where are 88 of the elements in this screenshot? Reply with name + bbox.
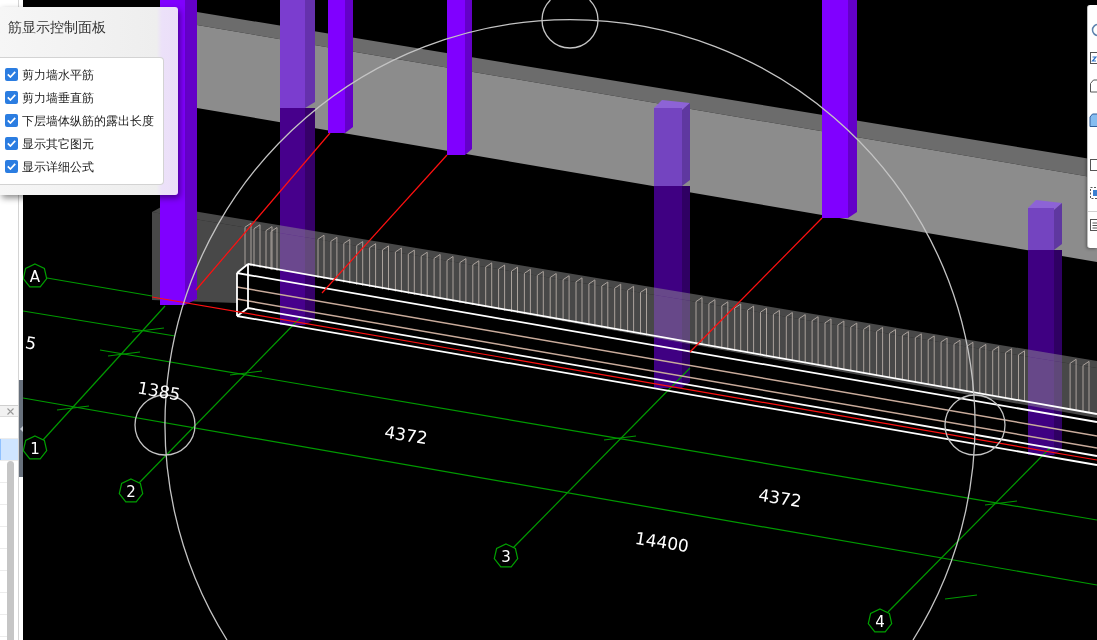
stirrup [979, 343, 987, 396]
stirrup [1018, 350, 1025, 402]
checkbox-label[interactable]: 剪力墙垂直筋 [22, 90, 94, 105]
stirrup [356, 241, 364, 287]
stirrup [1005, 348, 1013, 400]
stirrup [498, 264, 506, 311]
scrollbar-thumb[interactable] [7, 461, 14, 640]
stirrup [317, 234, 325, 280]
stirrup [562, 275, 570, 323]
checkmark-icon [7, 163, 16, 170]
orbit-handle[interactable] [541, 0, 599, 49]
axis-label: 4 [867, 608, 893, 633]
stirrup [1082, 360, 1090, 414]
folder-icon[interactable] [1089, 112, 1097, 128]
stirrup [747, 305, 755, 355]
splitter-handle[interactable] [19, 380, 23, 477]
stirrup [407, 249, 415, 296]
stirrup [601, 281, 609, 330]
dimension-text: 14400 [633, 527, 691, 557]
checkbox-label[interactable]: 显示其它图元 [22, 136, 94, 151]
axis-label: 2 [118, 478, 144, 503]
axis-label: 3 [493, 543, 519, 568]
stirrup [953, 339, 961, 391]
stirrup [708, 299, 716, 348]
checkbox[interactable] [5, 91, 18, 104]
stirrup [485, 262, 493, 309]
checkbox-label[interactable]: 显示详细公式 [22, 159, 94, 174]
stirrup [575, 277, 583, 325]
dimension-text: 5 [23, 332, 39, 354]
stirrup [420, 251, 428, 298]
checkbox[interactable] [5, 160, 18, 173]
stirrup [837, 320, 845, 371]
stirrup [523, 268, 531, 316]
stirrup [588, 279, 596, 327]
stirrup [549, 273, 557, 320]
list-icon[interactable] [1089, 217, 1097, 233]
checkbox[interactable] [5, 137, 18, 150]
stirrup [536, 270, 544, 318]
stirrup [914, 333, 922, 384]
stirrup [927, 335, 935, 387]
stirrup [343, 239, 351, 284]
stirrup [876, 326, 884, 378]
stirrup [472, 260, 480, 307]
stirrup [811, 316, 819, 366]
stirrup [992, 346, 1000, 398]
stirrup [695, 297, 703, 346]
stirrup [511, 266, 518, 314]
panel-title: 筋显示控制面板 [7, 19, 106, 35]
stirrup [824, 318, 832, 369]
stirrup [966, 341, 974, 393]
dimension-text: 1385 [135, 377, 183, 405]
stirrup [863, 324, 871, 375]
dimension-text: 4372 [757, 484, 803, 512]
axis-label: A [23, 263, 48, 288]
axis-label: 1 [23, 435, 48, 460]
close-icon[interactable] [7, 407, 14, 415]
stirrup [433, 253, 441, 300]
stirrup [627, 285, 635, 334]
stirrup [394, 247, 402, 293]
stirrup [850, 322, 858, 373]
checkmark-icon [7, 140, 16, 147]
checkbox-label[interactable]: 剪力墙水平筋 [22, 67, 94, 82]
checkbox-label[interactable]: 下层墙体纵筋的露出长度 [22, 113, 154, 128]
stirrup [734, 303, 742, 353]
document-icon[interactable] [1089, 78, 1097, 94]
checkbox[interactable] [5, 114, 18, 127]
stirrup [382, 245, 389, 291]
checkmark-icon [7, 117, 16, 124]
stirrup [760, 307, 767, 357]
stirrup [614, 283, 622, 332]
stirrup [1069, 358, 1077, 411]
stirrup [785, 312, 793, 362]
stirrup [772, 309, 780, 360]
stirrup [798, 314, 806, 364]
stirrup [901, 331, 909, 382]
stirrup [369, 243, 377, 289]
stirrup [721, 301, 729, 351]
stirrup [459, 258, 467, 305]
checkmark-icon [7, 71, 16, 78]
stirrup [446, 256, 454, 302]
stirrup [640, 287, 647, 336]
stirrup [330, 236, 338, 282]
dimension-text: 4372 [383, 421, 429, 449]
checkmark-icon [7, 94, 16, 101]
stirrup [889, 329, 896, 380]
orbit-handle[interactable] [944, 394, 1006, 456]
stirrup [940, 337, 948, 389]
checkbox[interactable] [5, 68, 18, 81]
